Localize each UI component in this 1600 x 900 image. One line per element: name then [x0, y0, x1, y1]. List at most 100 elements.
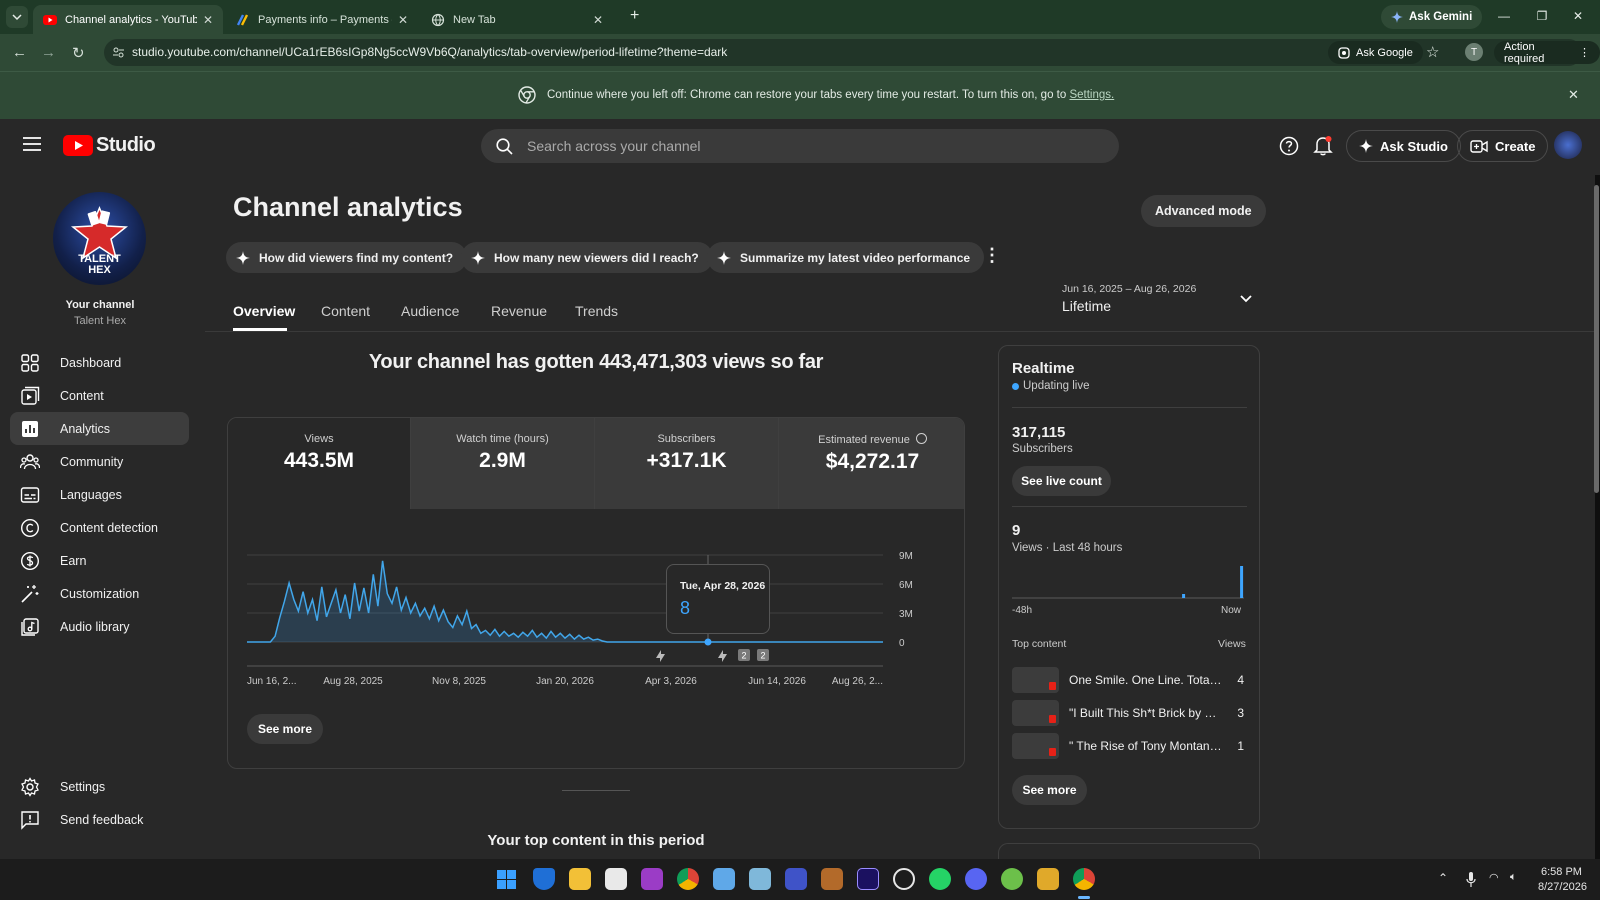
top-content-row[interactable]: One Smile. One Line. Total ... 4: [1012, 666, 1244, 694]
tab-search-button[interactable]: [6, 6, 28, 28]
realtime-see-more-button[interactable]: See more: [1012, 775, 1087, 805]
audio-library-icon: [21, 617, 39, 636]
banner-settings-link[interactable]: Settings.: [1069, 89, 1114, 101]
notifications-button[interactable]: [1313, 135, 1333, 156]
ask-gemini-button[interactable]: Ask Gemini: [1381, 5, 1483, 29]
windows-start-icon[interactable]: [497, 870, 516, 889]
address-bar[interactable]: studio.youtube.com/channel/UCa1rEB6sIGp8…: [104, 39, 1582, 66]
top-content-row[interactable]: " The Rise of Tony Montana... 1: [1012, 732, 1244, 760]
studio-logo[interactable]: Studio: [63, 134, 156, 157]
metric-tab-subscribers[interactable]: Subscribers +317.1K: [595, 418, 779, 509]
ask-chip-summarize[interactable]: Summarize my latest video performance: [707, 242, 985, 273]
see-more-button[interactable]: See more: [247, 714, 323, 744]
tab-trends[interactable]: Trends: [575, 303, 618, 319]
defender-icon[interactable]: [533, 868, 555, 890]
restore-button[interactable]: ❐: [1534, 8, 1550, 24]
sidebar-item-analytics[interactable]: Analytics: [10, 412, 189, 445]
metric-tab-revenue[interactable]: Estimated revenue $4,272.17: [779, 418, 964, 509]
forward-button[interactable]: →: [41, 44, 56, 61]
app-icon-purple[interactable]: [641, 868, 663, 890]
sidebar-item-send-feedback[interactable]: Send feedback: [10, 803, 189, 836]
period-selector[interactable]: Jun 16, 2025 – Aug 26, 2026 Lifetime: [1062, 283, 1254, 325]
microphone-icon[interactable]: [1466, 872, 1476, 887]
scrollbar-thumb[interactable]: [1594, 185, 1599, 493]
tab-content[interactable]: Content: [321, 303, 370, 319]
page-title: Channel analytics: [233, 192, 463, 222]
back-button[interactable]: ←: [12, 44, 27, 61]
sidebar-item-languages[interactable]: Languages: [10, 478, 189, 511]
ask-chip-viewers-find[interactable]: How did viewers find my content?: [226, 242, 468, 273]
close-icon[interactable]: ✕: [398, 13, 408, 27]
account-avatar[interactable]: [1554, 131, 1582, 159]
sparkle-icon: [471, 250, 485, 265]
reload-button[interactable]: ↻: [72, 44, 85, 62]
browser-tab-new[interactable]: New Tab ✕: [421, 5, 613, 34]
vpn-icon[interactable]: [785, 868, 807, 890]
whatsapp-icon[interactable]: [929, 868, 951, 890]
realtime-status-text: Updating live: [1023, 380, 1090, 392]
page-scrollbar[interactable]: [1593, 175, 1600, 859]
stack-app-icon[interactable]: [1037, 868, 1059, 890]
after-effects-icon[interactable]: [857, 868, 879, 890]
browser-tab-payments[interactable]: Payments info – Payments – Google ✕: [226, 5, 418, 34]
help-icon[interactable]: [1279, 136, 1299, 156]
sparkle-icon: [717, 250, 731, 265]
analytics-icon: [22, 420, 38, 437]
sidebar-item-earn[interactable]: Earn: [10, 544, 189, 577]
sidebar-item-content[interactable]: Content: [10, 379, 189, 412]
action-required-button[interactable]: Action required ⋮: [1494, 41, 1600, 65]
search-placeholder: Search across your channel: [527, 138, 701, 154]
shorts-icon: [1049, 748, 1056, 756]
see-live-count-button[interactable]: See live count: [1012, 466, 1111, 496]
chrome-active-icon[interactable]: [1073, 868, 1095, 890]
browser-tab-analytics[interactable]: Channel analytics - YouTube Studio ✕: [33, 5, 223, 34]
search-bar[interactable]: Search across your channel: [481, 129, 1119, 163]
profile-avatar[interactable]: T: [1465, 43, 1483, 61]
realtime-bar-chart: [1012, 566, 1244, 599]
discord-icon[interactable]: [965, 868, 987, 890]
more-options-icon[interactable]: ⋮: [983, 245, 1001, 266]
sidebar-item-customization[interactable]: Customization: [10, 577, 189, 610]
close-icon[interactable]: ✕: [203, 13, 213, 27]
sidebar-item-audio-library[interactable]: Audio library: [10, 610, 189, 643]
tray-chevron-icon[interactable]: ⌃: [1438, 871, 1448, 885]
tab-audience[interactable]: Audience: [401, 303, 459, 319]
ask-studio-button[interactable]: Ask Studio: [1346, 130, 1461, 162]
notepad-icon[interactable]: [713, 868, 735, 890]
close-icon[interactable]: ✕: [593, 13, 603, 27]
clock-time[interactable]: 6:58 PM: [1541, 866, 1582, 878]
create-button[interactable]: Create: [1457, 130, 1549, 162]
ask-chip-new-viewers[interactable]: How many new viewers did I reach?: [461, 242, 713, 273]
store-icon[interactable]: [605, 868, 627, 890]
sidebar-item-settings[interactable]: Settings: [10, 770, 189, 803]
tab-overview[interactable]: Overview: [233, 303, 295, 319]
sidebar-item-dashboard[interactable]: Dashboard: [10, 346, 189, 379]
cloud-app-icon[interactable]: [1001, 868, 1023, 890]
minimize-button[interactable]: —: [1496, 8, 1512, 24]
feedback-icon: [21, 810, 39, 830]
sidebar-item-content-detection[interactable]: Content detection: [10, 511, 189, 544]
site-info-icon[interactable]: [112, 46, 125, 59]
sidebar-item-community[interactable]: Community: [10, 445, 189, 478]
metric-tab-watch-time[interactable]: Watch time (hours) 2.9M: [411, 418, 595, 509]
bookmark-star-icon[interactable]: ☆: [1426, 43, 1439, 61]
ask-google-button[interactable]: Ask Google: [1328, 41, 1423, 64]
window-close-button[interactable]: ✕: [1570, 8, 1586, 24]
chrome-taskbar-icon[interactable]: [677, 868, 699, 890]
channel-avatar[interactable]: TALENT HEX: [53, 192, 146, 285]
wifi-icon[interactable]: ◠: [1489, 871, 1499, 884]
advanced-mode-button[interactable]: Advanced mode: [1141, 195, 1266, 227]
file-explorer-icon[interactable]: [569, 868, 591, 890]
metric-tab-views[interactable]: Views 443.5M: [228, 418, 411, 509]
rt-bar: [1240, 566, 1244, 598]
close-banner-icon[interactable]: ✕: [1568, 87, 1579, 103]
game-icon[interactable]: [821, 868, 843, 890]
top-content-row[interactable]: "I Built This Sh*t Brick by Br... 3: [1012, 699, 1244, 727]
hamburger-menu-icon[interactable]: [23, 137, 41, 151]
display-app-icon[interactable]: [749, 868, 771, 890]
new-tab-button[interactable]: +: [630, 7, 639, 25]
chatgpt-icon[interactable]: [893, 868, 915, 890]
clock-date[interactable]: 8/27/2026: [1538, 881, 1587, 893]
speaker-icon[interactable]: 🔈︎: [1510, 871, 1517, 884]
tab-revenue[interactable]: Revenue: [491, 303, 547, 319]
